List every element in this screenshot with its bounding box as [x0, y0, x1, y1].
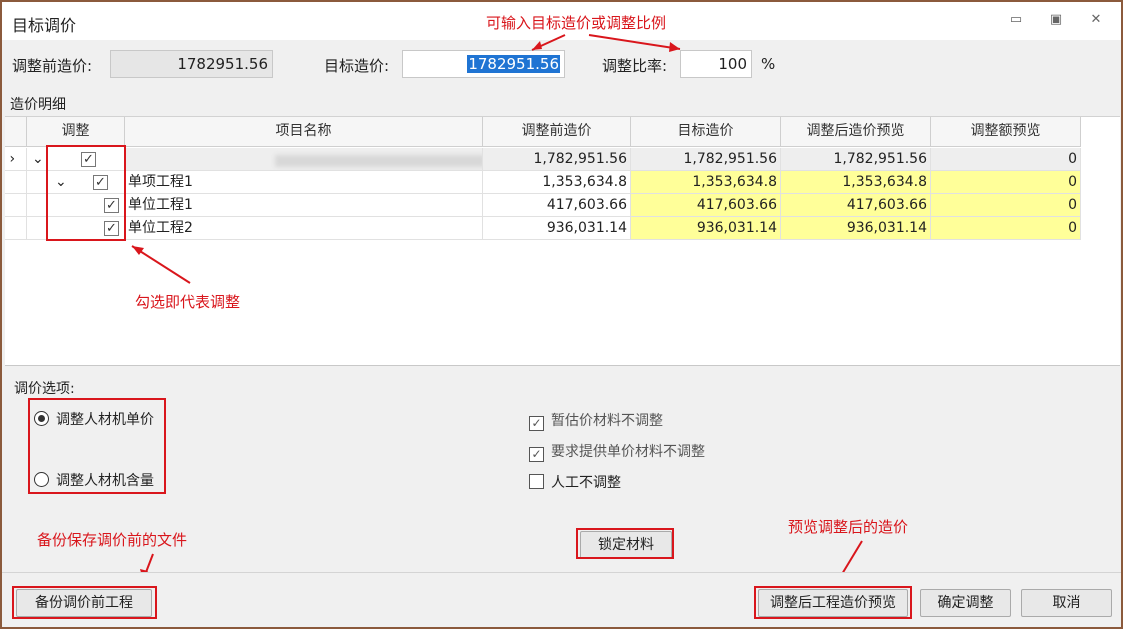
column-project-name[interactable]: 项目名称 — [125, 117, 483, 147]
target-price-label: 目标造价: — [324, 57, 390, 75]
target-price-cell[interactable]: 936,031.14 — [631, 217, 781, 240]
before-price-cell: 936,031.14 — [483, 217, 631, 240]
dialog-footer: 备份调价前工程 调整后工程造价预览 确定调整 取消 — [2, 572, 1121, 627]
backup-annotation: 备份保存调价前的文件 — [37, 531, 188, 549]
cancel-button[interactable]: 取消 — [1021, 589, 1112, 617]
radio-adjust-unit-price[interactable]: 调整人材机单价 — [34, 409, 154, 429]
target-price-cell[interactable]: 417,603.66 — [631, 194, 781, 217]
checkbox-annotation-arrow — [131, 245, 191, 284]
radio-selected-icon[interactable] — [34, 411, 49, 426]
column-before-price[interactable]: 调整前造价 — [483, 117, 631, 147]
confirm-adjust-button[interactable]: 确定调整 — [920, 589, 1011, 617]
cost-detail-section-title: 造价明细 — [10, 97, 66, 113]
percent-sign: % — [761, 55, 776, 73]
preview-price-cell: 1,782,951.56 — [781, 148, 931, 171]
before-price-cell: 1,353,634.8 — [483, 171, 631, 194]
minimize-icon[interactable]: ▭ — [1007, 12, 1025, 28]
backup-button-highlight-box — [12, 586, 157, 619]
row-header[interactable] — [5, 171, 27, 194]
checkbox-provided-price-material[interactable]: ✓ 要求提供单价材料不调整 — [529, 441, 705, 462]
checkbox-estimated-material[interactable]: ✓ 暂估价材料不调整 — [529, 410, 663, 431]
lock-material-highlight-box — [576, 528, 674, 559]
delta-preview-cell: 0 — [931, 194, 1081, 217]
checkbox-labor-not-adjusted[interactable]: 人工不调整 — [529, 472, 621, 492]
checkbox-unchecked-icon[interactable] — [529, 474, 544, 489]
row-header[interactable] — [5, 217, 27, 240]
target-price-adjust-dialog: 目标调价 ▭ ▣ ✕ 可输入目标造价或调整比例 调整前造价: 1782951.5… — [0, 0, 1123, 629]
before-price-cell: 1,782,951.56 — [483, 148, 631, 171]
checkbox-checked-icon[interactable]: ✓ — [529, 416, 544, 431]
preview-price-cell: 936,031.14 — [781, 217, 931, 240]
dialog-title: 目标调价 — [12, 16, 77, 35]
row-header[interactable] — [5, 194, 27, 217]
column-adjust[interactable]: 调整 — [27, 117, 125, 147]
column-preview-price[interactable]: 调整后造价预览 — [781, 117, 931, 147]
before-price-cell: 417,603.66 — [483, 194, 631, 217]
delta-preview-cell: 0 — [931, 171, 1081, 194]
project-name-cell: 单项工程1 — [125, 171, 483, 194]
project-name-cell: 单位工程2 — [125, 217, 483, 240]
project-name-cell — [125, 148, 483, 171]
checkbox-annotation: 勾选即代表调整 — [135, 293, 241, 311]
preview-button-highlight-box — [754, 586, 912, 619]
close-icon[interactable]: ✕ — [1087, 12, 1105, 28]
target-price-cell[interactable]: 1,782,951.56 — [631, 148, 781, 171]
restore-icon[interactable]: ▣ — [1047, 12, 1065, 28]
delta-preview-cell: 0 — [931, 217, 1081, 240]
radio-adjust-content[interactable]: 调整人材机含量 — [34, 470, 154, 490]
preview-price-cell: 1,353,634.8 — [781, 171, 931, 194]
delta-preview-cell: 0 — [931, 148, 1081, 171]
column-target-price[interactable]: 目标造价 — [631, 117, 781, 147]
preview-annotation: 预览调整后的造价 — [788, 518, 909, 536]
row-header-corner — [5, 117, 27, 147]
column-delta-preview[interactable]: 调整额预览 — [931, 117, 1081, 147]
checkbox-checked-icon[interactable]: ✓ — [529, 447, 544, 462]
radio-unselected-icon[interactable] — [34, 472, 49, 487]
project-name-cell: 单位工程1 — [125, 194, 483, 217]
target-price-cell[interactable]: 1,353,634.8 — [631, 171, 781, 194]
preview-price-cell: 417,603.66 — [781, 194, 931, 217]
checkbox-highlight-box — [46, 145, 126, 241]
before-price-field: 1782951.56 — [110, 50, 273, 78]
adjust-options-label: 调价选项: — [14, 381, 75, 397]
row-expander-icon[interactable]: › — [5, 148, 27, 171]
input-annotation-arrows — [531, 34, 681, 52]
before-price-label: 调整前造价: — [12, 57, 93, 75]
